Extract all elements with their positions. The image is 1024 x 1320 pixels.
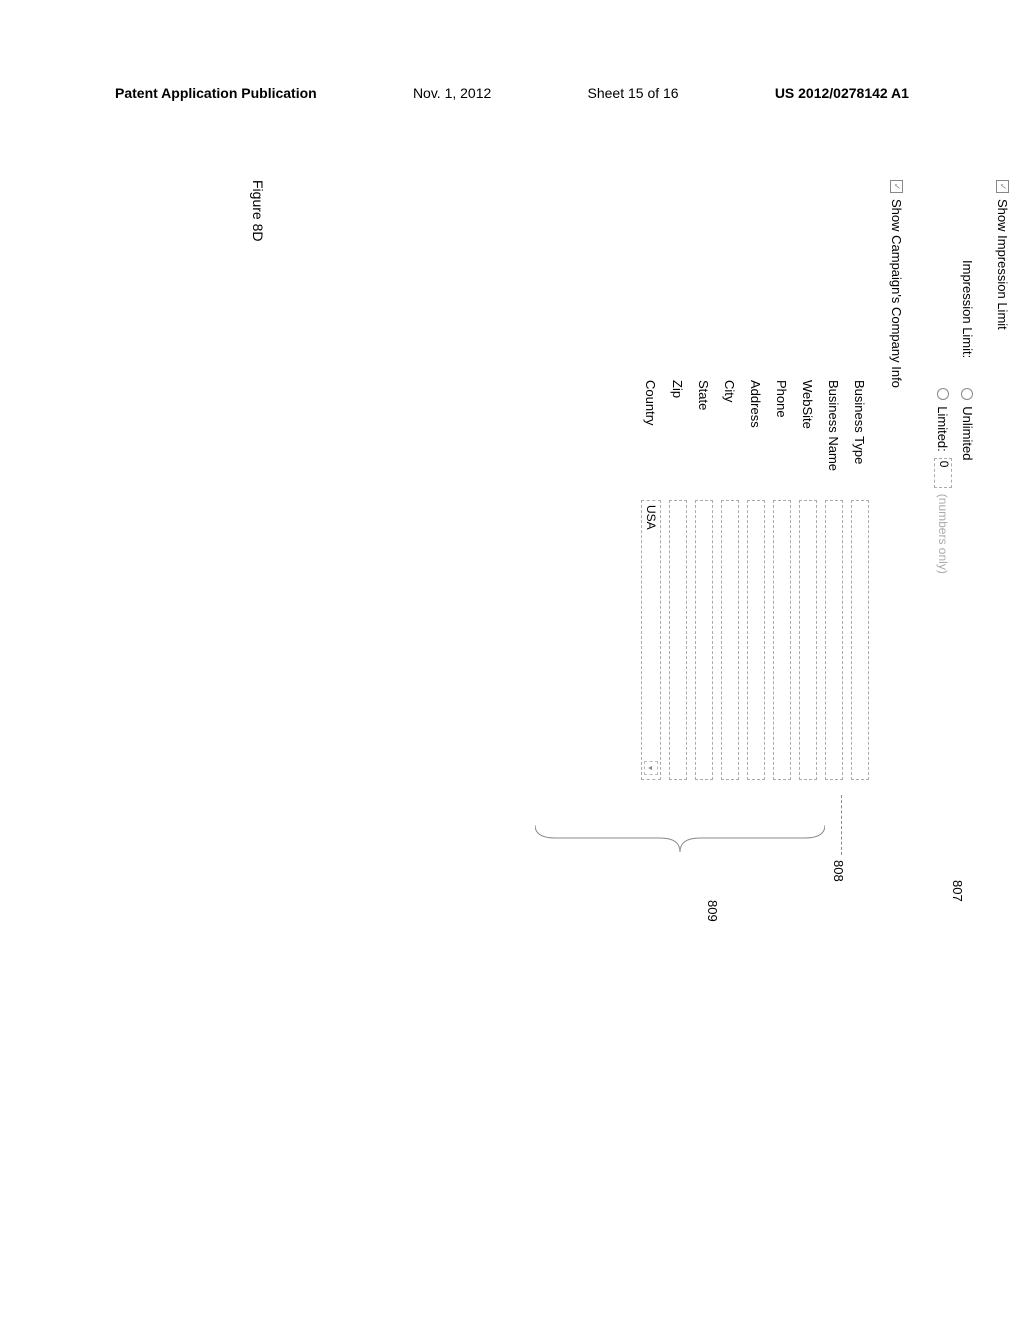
checkbox-checked-icon: ✓	[996, 180, 1009, 193]
zip-label: Zip	[671, 380, 686, 500]
state-input[interactable]	[695, 500, 713, 780]
country-select[interactable]: USA ▾	[641, 500, 661, 780]
field-business-name: Business Name	[825, 380, 843, 1180]
show-company-info-checkbox[interactable]: ✓ Show Campaign's Company Info	[889, 180, 904, 1180]
brace-809	[535, 820, 825, 860]
figure-content: ✓ Show Impression Limit Impression Limit…	[10, 300, 1010, 1060]
address-input[interactable]	[747, 500, 765, 780]
business-name-input[interactable]	[825, 500, 843, 780]
radio-icon	[937, 388, 949, 400]
radio-limited[interactable]: Limited: 0 (numbers only)	[934, 388, 952, 574]
website-label: WebSite	[801, 380, 816, 500]
field-business-type: Business Type	[851, 380, 869, 1180]
callout-809: 809	[705, 900, 720, 922]
show-impression-limit-checkbox[interactable]: ✓ Show Impression Limit	[995, 180, 1010, 1180]
phone-input[interactable]	[773, 500, 791, 780]
chevron-down-icon: ▾	[644, 761, 658, 775]
zip-input[interactable]	[669, 500, 687, 780]
callout-808: 808	[831, 860, 846, 882]
publication-date: Nov. 1, 2012	[413, 85, 491, 101]
leader-line-808	[840, 795, 842, 855]
show-impression-limit-label: Show Impression Limit	[995, 199, 1010, 330]
radio-limited-label: Limited:	[936, 406, 951, 452]
callout-807: 807	[950, 880, 965, 902]
field-city: City	[721, 380, 739, 1180]
phone-label: Phone	[775, 380, 790, 500]
publication-number: US 2012/0278142 A1	[775, 85, 909, 101]
limited-value-input[interactable]: 0	[934, 458, 952, 488]
page-header: Patent Application Publication Nov. 1, 2…	[0, 85, 1024, 101]
field-zip: Zip	[669, 380, 687, 1180]
address-label: Address	[749, 380, 764, 500]
field-phone: Phone	[773, 380, 791, 1180]
publication-type: Patent Application Publication	[115, 85, 317, 101]
website-input[interactable]	[799, 500, 817, 780]
numbers-only-hint: (numbers only)	[936, 494, 950, 574]
field-country: Country USA ▾	[641, 380, 661, 1180]
business-type-label: Business Type	[853, 380, 868, 500]
radio-unlimited[interactable]: Unlimited	[960, 388, 975, 574]
checkbox-checked-icon: ✓	[890, 180, 903, 193]
field-website: WebSite	[799, 380, 817, 1180]
business-name-label: Business Name	[827, 380, 842, 500]
show-company-info-label: Show Campaign's Company Info	[889, 199, 904, 388]
company-fields-group: Business Type Business Name WebSite Phon…	[641, 380, 869, 1180]
state-label: State	[697, 380, 712, 500]
field-address: Address	[747, 380, 765, 1180]
figure-label: Figure 8D	[250, 180, 266, 241]
country-selected-value: USA	[644, 505, 658, 530]
impression-limit-label: Impression Limit:	[960, 260, 975, 358]
radio-icon	[962, 388, 974, 400]
impression-limit-section: Impression Limit: Unlimited Limited: 0 (…	[934, 260, 975, 1180]
country-label: Country	[644, 380, 659, 500]
sheet-number: Sheet 15 of 16	[588, 85, 679, 101]
impression-limit-radio-group: Unlimited Limited: 0 (numbers only)	[934, 388, 975, 574]
business-type-input[interactable]	[851, 500, 869, 780]
radio-unlimited-label: Unlimited	[960, 406, 975, 460]
city-label: City	[723, 380, 738, 500]
city-input[interactable]	[721, 500, 739, 780]
field-state: State	[695, 380, 713, 1180]
